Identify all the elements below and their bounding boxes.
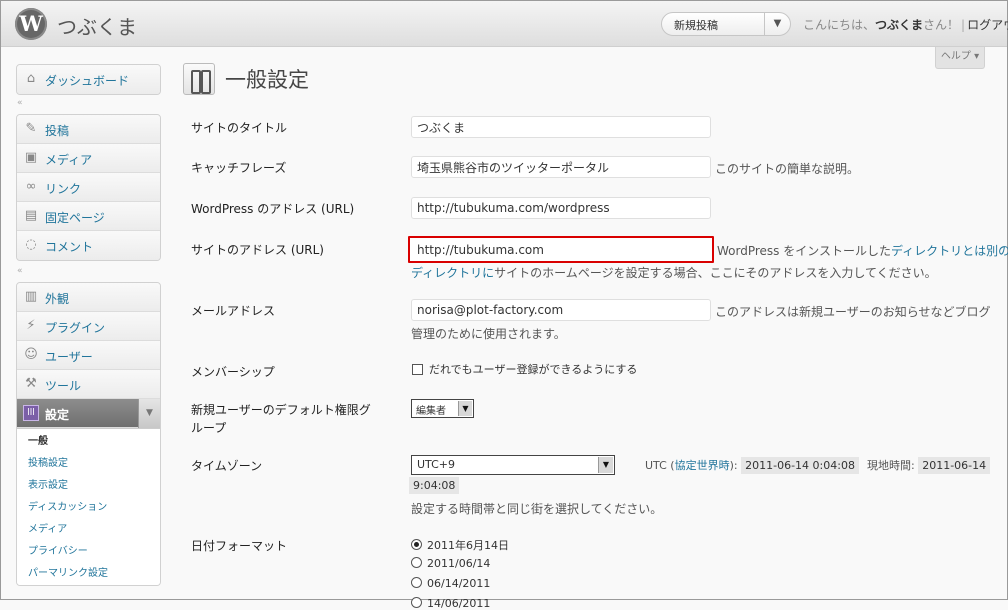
sidebar-item-media[interactable]: ▣ メディア: [17, 144, 160, 173]
default-role-label: 新規ユーザーのデフォルト権限グ: [191, 403, 371, 417]
favorite-actions-dropdown[interactable]: 新規投稿 ▼: [661, 12, 791, 36]
separator: |: [961, 18, 966, 32]
settings-icon: lll: [23, 405, 39, 421]
wordpress-url-input[interactable]: [411, 197, 711, 219]
email-description: このアドレスは新規ユーザーのお知らせなどブログ: [715, 305, 991, 319]
user-profile-link[interactable]: つぶくま: [875, 18, 923, 32]
timezone-description: 設定する時間帯と同じ街を選択してください。: [411, 502, 663, 516]
radio-unselected[interactable]: [411, 597, 422, 608]
utc-link[interactable]: 協定世界時: [675, 459, 730, 472]
tagline-label: キャッチフレーズ: [191, 161, 287, 175]
chevron-down-icon: ▼: [598, 457, 613, 473]
submenu-item-discussion[interactable]: ディスカッション: [17, 497, 160, 519]
membership-checkbox[interactable]: [412, 364, 423, 375]
wordpress-logo-icon[interactable]: W: [15, 8, 47, 40]
sidebar-item-posts[interactable]: ✎ 投稿: [17, 115, 160, 144]
email-label: メールアドレス: [191, 304, 276, 318]
site-title-label: サイトのタイトル: [191, 121, 288, 135]
tools-icon: ⚒: [25, 376, 37, 391]
date-format-label: 日付フォーマット: [191, 539, 288, 553]
favorite-action-label: 新規投稿: [674, 19, 718, 32]
sidebar-item-users[interactable]: ☺ ユーザー: [17, 341, 160, 370]
sidebar-item-dashboard[interactable]: ⌂ ダッシュボード: [17, 65, 160, 94]
menu-collapse-icon[interactable]: «: [17, 98, 23, 108]
local-time-value-2: 9:04:08: [409, 477, 460, 494]
membership-label: メンバーシップ: [191, 365, 275, 379]
logout-link[interactable]: ログアウト: [967, 18, 1008, 32]
sidebar-item-tools[interactable]: ⚒ ツール: [17, 370, 160, 399]
default-role-label-2: ループ: [191, 421, 227, 435]
media-icon: ▣: [24, 150, 38, 165]
utc-time: UTC (協定世界時): 2011-06-14 0:04:08: [645, 457, 859, 474]
directory-link[interactable]: ディレクトリとは別の: [891, 244, 1008, 258]
submenu-item-general[interactable]: 一般: [17, 431, 160, 453]
menu-group-dashboard: ⌂ ダッシュボード: [16, 64, 161, 95]
wordpress-url-label: WordPress のアドレス (URL): [191, 202, 355, 216]
local-time: 現地時間: 2011-06-14: [867, 457, 991, 474]
page-icon: ▤: [24, 208, 38, 223]
date-format-option[interactable]: 14/06/2011: [411, 597, 490, 610]
site-title[interactable]: つぶくま: [57, 11, 137, 40]
email-description-2: 管理のために使用されます。: [411, 327, 566, 341]
pin-icon: ✎: [25, 121, 37, 136]
site-url-label: サイトのアドレス (URL): [191, 243, 324, 257]
sidebar-item-settings[interactable]: lll 設定 ▼: [17, 399, 160, 428]
plug-icon: ⚡: [26, 318, 36, 333]
timezone-label: タイムゾーン: [191, 459, 263, 473]
site-url-description-2: ディレクトリにサイトのホームページを設定する場合、ここにそのアドレスを入力してく…: [411, 266, 937, 280]
site-url-input[interactable]: [408, 236, 714, 263]
tagline-input[interactable]: [411, 156, 711, 178]
utc-time-value: 2011-06-14 0:04:08: [741, 457, 859, 474]
date-format-option[interactable]: 06/14/2011: [411, 577, 490, 590]
help-tab[interactable]: ヘルプ ▾: [935, 47, 985, 69]
radio-unselected[interactable]: [411, 557, 422, 568]
users-icon: ☺: [24, 347, 38, 362]
site-url-description: WordPress をインストールしたディレクトリとは別の: [717, 242, 1008, 259]
user-greeting: こんにちは、つぶくまさん！|ログアウト: [803, 16, 1008, 33]
settings-submenu: 一般 投稿設定 表示設定 ディスカッション メディア プライバシー パーマリンク…: [17, 428, 160, 585]
tagline-description: このサイトの簡単な説明。: [715, 162, 860, 176]
date-format-option[interactable]: 2011/06/14: [411, 557, 490, 570]
menu-group-admin: ▥ 外観 ⚡ プラグイン ☺ ユーザー ⚒ ツール lll 設定 ▼ 一般 投稿…: [16, 282, 161, 586]
menu-group-content: ✎ 投稿 ▣ メディア ∞ リンク ▤ 固定ページ ◌ コメント: [16, 114, 161, 261]
comment-icon: ◌: [25, 237, 37, 252]
chevron-down-icon: ▼: [458, 401, 472, 416]
appearance-icon: ▥: [24, 289, 38, 304]
menu-collapse-icon[interactable]: «: [17, 266, 23, 276]
membership-checkbox-label: だれでもユーザー登録ができるようにする: [429, 363, 638, 376]
submenu-item-permalinks[interactable]: パーマリンク設定: [17, 563, 160, 585]
link-icon: ∞: [25, 179, 37, 194]
default-role-select[interactable]: 編集者 ▼: [411, 399, 474, 418]
submenu-item-privacy[interactable]: プライバシー: [17, 541, 160, 563]
chevron-down-icon[interactable]: ▼: [138, 399, 160, 428]
site-title-input[interactable]: [411, 116, 711, 138]
home-icon: ⌂: [26, 71, 36, 86]
radio-selected[interactable]: [411, 539, 422, 550]
date-format-option[interactable]: 2011年6月14日: [411, 537, 509, 553]
chevron-down-icon[interactable]: ▼: [764, 13, 790, 35]
sidebar-item-pages[interactable]: ▤ 固定ページ: [17, 202, 160, 231]
sidebar-item-plugins[interactable]: ⚡ プラグイン: [17, 312, 160, 341]
sidebar-item-links[interactable]: ∞ リンク: [17, 173, 160, 202]
sidebar-item-comments[interactable]: ◌ コメント: [17, 231, 160, 260]
submenu-item-reading[interactable]: 表示設定: [17, 475, 160, 497]
submenu-item-media[interactable]: メディア: [17, 519, 160, 541]
sidebar-item-appearance[interactable]: ▥ 外観: [17, 283, 160, 312]
admin-header: W つぶくま 新規投稿 ▼ こんにちは、つぶくまさん！|ログアウト: [1, 1, 1008, 47]
email-input[interactable]: [411, 299, 711, 321]
settings-page-icon: [183, 63, 215, 95]
submenu-item-writing[interactable]: 投稿設定: [17, 453, 160, 475]
radio-unselected[interactable]: [411, 577, 422, 588]
directory-link-2[interactable]: ディレクトリに: [411, 266, 494, 280]
chevron-down-icon: ▾: [974, 51, 980, 62]
timezone-select[interactable]: UTC+9 ▼: [411, 455, 615, 475]
local-time-value: 2011-06-14: [918, 457, 991, 474]
page-title: 一般設定: [225, 68, 309, 92]
